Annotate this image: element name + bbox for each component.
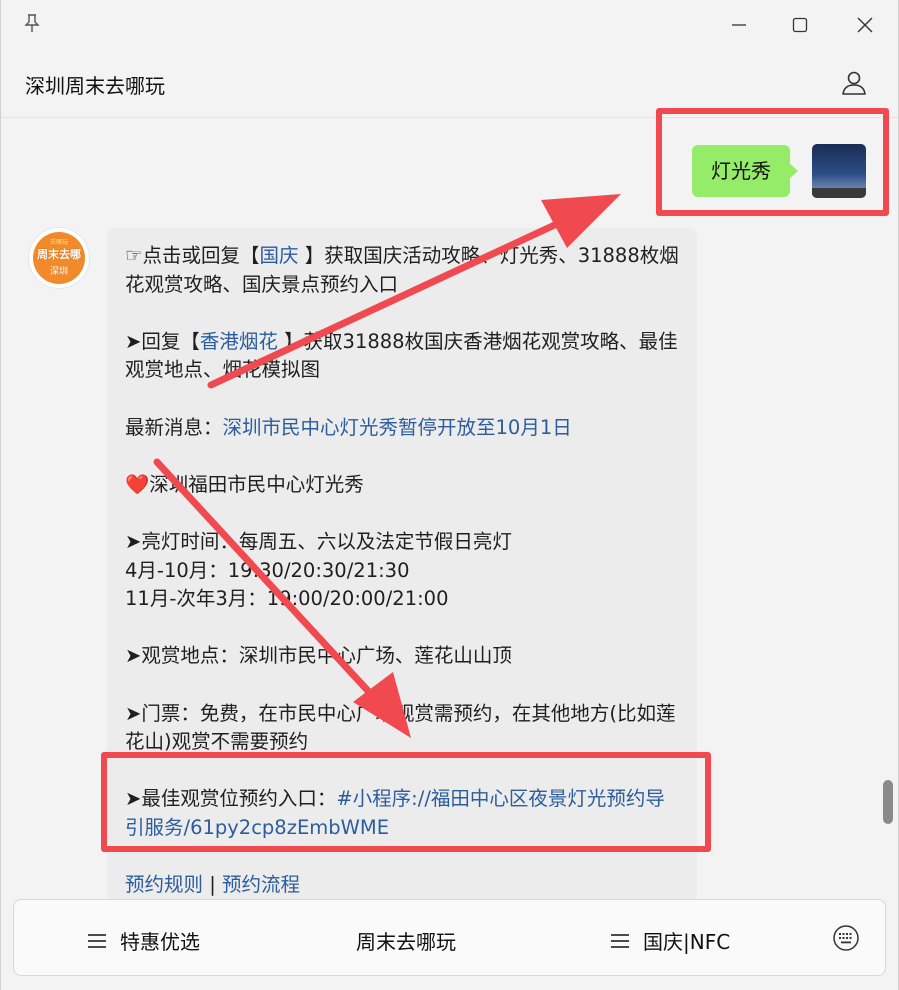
viewing-location: ➤观赏地点：深圳市民中心广场、莲花山山顶 [125,644,512,668]
menu-item-deals[interactable]: 特惠优选 [88,926,200,955]
light-time-summer: 4月-10月：19:30/20:30/21:30 [125,558,410,582]
news-link[interactable]: 深圳市民中心灯光秀暂停开放至10月1日 [223,416,572,439]
light-time-label: ➤亮灯时间：每周五、六以及法定节假日亮灯 [125,529,512,553]
ticket-info: ➤门票：免费，在市民中心广场观赏需预约，在其他地方(比如莲花山)观赏不需要预约 [125,701,676,754]
menu-item-label: 国庆|NFC [643,930,731,954]
light-time-winter: 11月-次年3月：19:00/20:00/21:00 [125,587,449,611]
chat-area[interactable]: 灯光秀 去哪玩 周末去哪 深圳 ☞点击或回复【国庆 】获取国庆活动攻略、灯光秀、… [1,119,881,899]
booking-links: 预约规则 | 预约流程 [125,871,679,899]
menu-item-label: 周末去哪玩 [356,930,456,954]
chat-header: 深圳周末去哪玩 [1,48,898,118]
bot-avatar-city: 深圳 [49,267,68,277]
hk-fireworks-link[interactable]: 香港烟花 [200,330,278,353]
menu-item-label: 特惠优选 [120,930,200,954]
reply-line-hk-fireworks: ➤回复【香港烟花 】获取31888枚国庆香港烟花观赏攻略、最佳观赏地点、烟花模拟… [125,328,679,385]
sent-message-row: 灯光秀 [1,119,881,219]
reply-line-news: 最新消息：深圳市民中心灯光秀暂停开放至10月1日 [125,414,679,443]
chat-window: 深圳周末去哪玩 灯光秀 去哪玩 周末去哪 深圳 ☞点击或回复【国庆 】获取国庆活… [0,0,899,990]
maximize-icon[interactable] [785,10,815,40]
menu-item-national-day-nfc[interactable]: 国庆|NFC [611,926,730,955]
reply-line-national-day: ☞点击或回复【国庆 】获取国庆活动攻略、灯光秀、31888枚烟花观赏攻略、国庆景… [125,242,679,299]
bot-avatar[interactable]: 去哪玩 周末去哪 深圳 [29,228,89,288]
booking-entry: ➤最佳观赏位预约入口：#小程序://福田中心区夜景灯光预约导引服务/61py2c… [125,785,679,842]
light-show-title: ❤️深圳福田市民中心灯光秀 [125,472,364,496]
avatar-horizon [812,188,866,198]
link-separator: | [203,873,222,897]
news-label: 最新消息： [125,415,223,439]
profile-icon[interactable] [839,68,869,98]
bottom-menu-bar: 特惠优选 周末去哪玩 国庆|NFC [13,899,886,976]
national-day-link[interactable]: 国庆 [259,244,298,267]
chat-scrollbar[interactable] [883,780,893,824]
bot-avatar-brand: 周末去哪 [37,248,81,261]
booking-label: ➤最佳观赏位预约入口： [125,787,337,811]
title-bar [1,0,898,48]
menu-icon [611,933,629,948]
menu-item-weekend[interactable]: 周末去哪玩 [356,926,456,955]
reply-text: ➤回复【 [125,329,200,353]
bot-avatar-badge: 去哪玩 周末去哪 深圳 [33,232,85,284]
pin-icon[interactable] [23,13,41,33]
chat-title: 深圳周末去哪玩 [25,74,165,98]
keyboard-icon[interactable] [832,924,860,952]
close-icon[interactable] [850,10,880,40]
bot-avatar-top-text: 去哪玩 [49,239,68,246]
minimize-icon[interactable] [724,10,754,40]
user-avatar[interactable] [812,144,866,198]
sent-message-bubble[interactable]: 灯光秀 [692,145,798,197]
booking-rules-link[interactable]: 预约规则 [125,873,203,896]
menu-icon [88,933,106,948]
reply-text: ☞点击或回复【 [125,244,260,267]
booking-process-link[interactable]: 预约流程 [222,873,300,896]
received-message-bubble[interactable]: ☞点击或回复【国庆 】获取国庆活动攻略、灯光秀、31888枚烟花观赏攻略、国庆景… [107,228,697,899]
